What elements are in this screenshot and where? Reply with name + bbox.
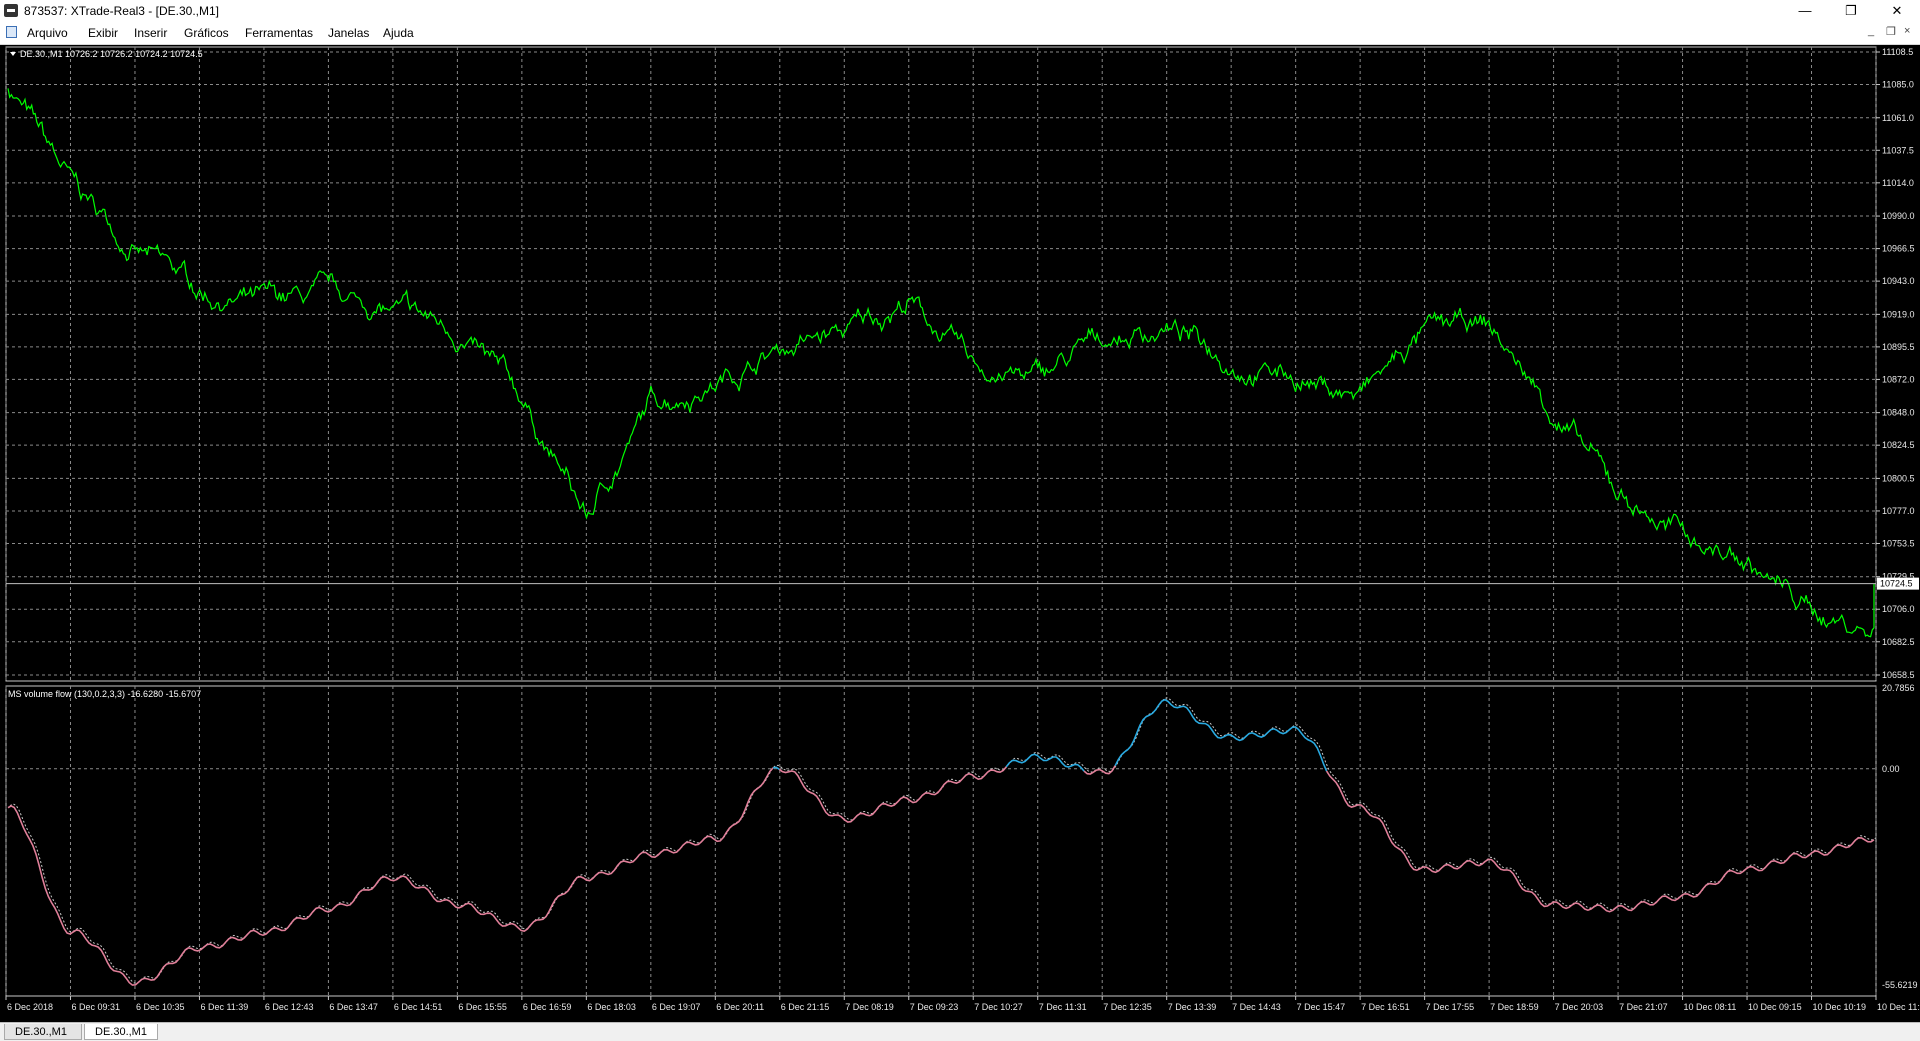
price-label: 11061.0 — [1882, 113, 1914, 123]
price-label: 10824.5 — [1882, 440, 1915, 450]
chart-tabs: DE.30.,M1 DE.30.,M1 — [0, 1022, 1920, 1041]
indicator-label: -55.6219 — [1882, 980, 1918, 990]
minimize-button[interactable]: — — [1782, 0, 1828, 22]
time-label: 7 Dec 21:07 — [1619, 1002, 1668, 1012]
price-series-line — [7, 88, 1875, 638]
time-label: 6 Dec 16:59 — [523, 1002, 572, 1012]
indicator-label: 20.7856 — [1882, 683, 1915, 693]
time-label: 10 Dec 10:19 — [1813, 1002, 1867, 1012]
time-label: 6 Dec 18:03 — [587, 1002, 636, 1012]
menu-bar: Arquivo Exibir Inserir Gráficos Ferramen… — [0, 22, 1920, 45]
time-label: 7 Dec 11:31 — [1039, 1002, 1087, 1012]
close-button[interactable]: ✕ — [1874, 0, 1920, 22]
indicator-frame — [5, 685, 1877, 997]
price-label: 10943.0 — [1882, 276, 1915, 286]
chart-tab-1[interactable]: DE.30.,M1 — [4, 1024, 82, 1040]
indicator-line-negative — [1325, 770, 1875, 913]
menu-exibir[interactable]: Exibir — [88, 26, 118, 40]
mdi-minimize-button[interactable]: _ — [1868, 25, 1874, 37]
price-label: 10848.0 — [1882, 408, 1915, 418]
time-label: 7 Dec 17:55 — [1426, 1002, 1475, 1012]
price-label: 10990.0 — [1882, 211, 1915, 221]
price-label: 10895.5 — [1882, 342, 1915, 352]
time-label: 7 Dec 12:35 — [1103, 1002, 1152, 1012]
price-label: 11037.5 — [1882, 145, 1914, 155]
main-chart-header: DE.30.,M1 10726.2 10726.2 10724.2 10724.… — [20, 49, 203, 59]
chevron-down-icon[interactable] — [10, 52, 16, 56]
price-label: 10872.0 — [1882, 374, 1915, 384]
time-label: 6 Dec 10:35 — [136, 1002, 185, 1012]
menu-inserir[interactable]: Inserir — [134, 26, 167, 40]
price-label: 10800.5 — [1882, 473, 1915, 483]
document-icon[interactable] — [6, 26, 17, 38]
mdi-close-button[interactable]: × — [1904, 25, 1910, 37]
chart-canvas[interactable]: 11108.5 11085.0 11061.0 11037.5 11014.0 10990… — [0, 45, 1920, 1022]
price-label: 10919.0 — [1882, 309, 1915, 319]
time-label: 7 Dec 13:39 — [1168, 1002, 1217, 1012]
time-label: 7 Dec 14:43 — [1232, 1002, 1281, 1012]
time-label: 7 Dec 08:19 — [845, 1002, 894, 1012]
time-label: 6 Dec 20:11 — [716, 1002, 764, 1012]
time-label: 7 Dec 20:03 — [1555, 1002, 1604, 1012]
price-label: 11014.0 — [1882, 178, 1914, 188]
time-label: 6 Dec 21:15 — [781, 1002, 830, 1012]
price-label: 10658.5 — [1882, 670, 1915, 680]
indicator-line-negative — [1083, 765, 1116, 775]
time-label: 6 Dec 2018 — [7, 1002, 53, 1012]
window-title: 873537: XTrade-Real3 - [DE.30.,M1] — [24, 4, 219, 18]
time-label: 10 Dec 11:23 — [1877, 1002, 1920, 1012]
time-label: 6 Dec 12:43 — [265, 1002, 314, 1012]
chart-tab-2[interactable]: DE.30.,M1 — [84, 1024, 158, 1040]
price-label: 10966.5 — [1882, 244, 1915, 254]
price-label: 10706.0 — [1882, 604, 1915, 614]
time-label: 10 Dec 09:15 — [1748, 1002, 1802, 1012]
time-label: 6 Dec 13:47 — [329, 1002, 378, 1012]
mdi-restore-button[interactable]: ❐ — [1886, 25, 1896, 38]
time-label: 7 Dec 09:23 — [910, 1002, 959, 1012]
indicator-line-negative — [778, 766, 1007, 823]
indicator-signal-line — [9, 697, 1877, 984]
menu-ferramentas[interactable]: Ferramentas — [245, 26, 313, 40]
main-chart-frame — [5, 46, 1877, 682]
price-label: 10777.0 — [1882, 506, 1915, 516]
chart-window[interactable]: 11108.5 11085.0 11061.0 11037.5 11014.0 10990… — [0, 45, 1920, 1022]
time-label: 7 Dec 10:27 — [974, 1002, 1023, 1012]
app-icon — [4, 4, 18, 17]
time-label: 6 Dec 14:51 — [394, 1002, 443, 1012]
indicator-header: MS volume flow (130,0.2,3,3) -16.6280 -1… — [8, 689, 201, 699]
restore-button[interactable]: ❐ — [1828, 0, 1874, 22]
menu-ajuda[interactable]: Ajuda — [383, 26, 414, 40]
time-label: 7 Dec 16:51 — [1361, 1002, 1410, 1012]
price-label: 10682.5 — [1882, 637, 1915, 647]
time-label: 7 Dec 15:47 — [1297, 1002, 1346, 1012]
indicator-label: 0.00 — [1882, 764, 1900, 774]
time-label: 6 Dec 19:07 — [652, 1002, 701, 1012]
title-bar: 873537: XTrade-Real3 - [DE.30.,M1] — ❐ ✕ — [0, 0, 1920, 22]
time-label: 6 Dec 09:31 — [71, 1002, 120, 1012]
price-label: 10753.5 — [1882, 538, 1915, 548]
current-price-label: 10724.5 — [1880, 579, 1913, 589]
menu-arquivo[interactable]: Arquivo — [27, 26, 68, 40]
price-label: 11108.5 — [1882, 47, 1913, 57]
menu-janelas[interactable]: Janelas — [328, 26, 369, 40]
time-label: 7 Dec 18:59 — [1490, 1002, 1539, 1012]
time-label: 6 Dec 15:55 — [458, 1002, 507, 1012]
menu-graficos[interactable]: Gráficos — [184, 26, 229, 40]
time-label: 6 Dec 11:39 — [200, 1002, 248, 1012]
price-label: 11085.0 — [1882, 80, 1914, 90]
time-label: 10 Dec 08:11 — [1684, 1002, 1737, 1012]
